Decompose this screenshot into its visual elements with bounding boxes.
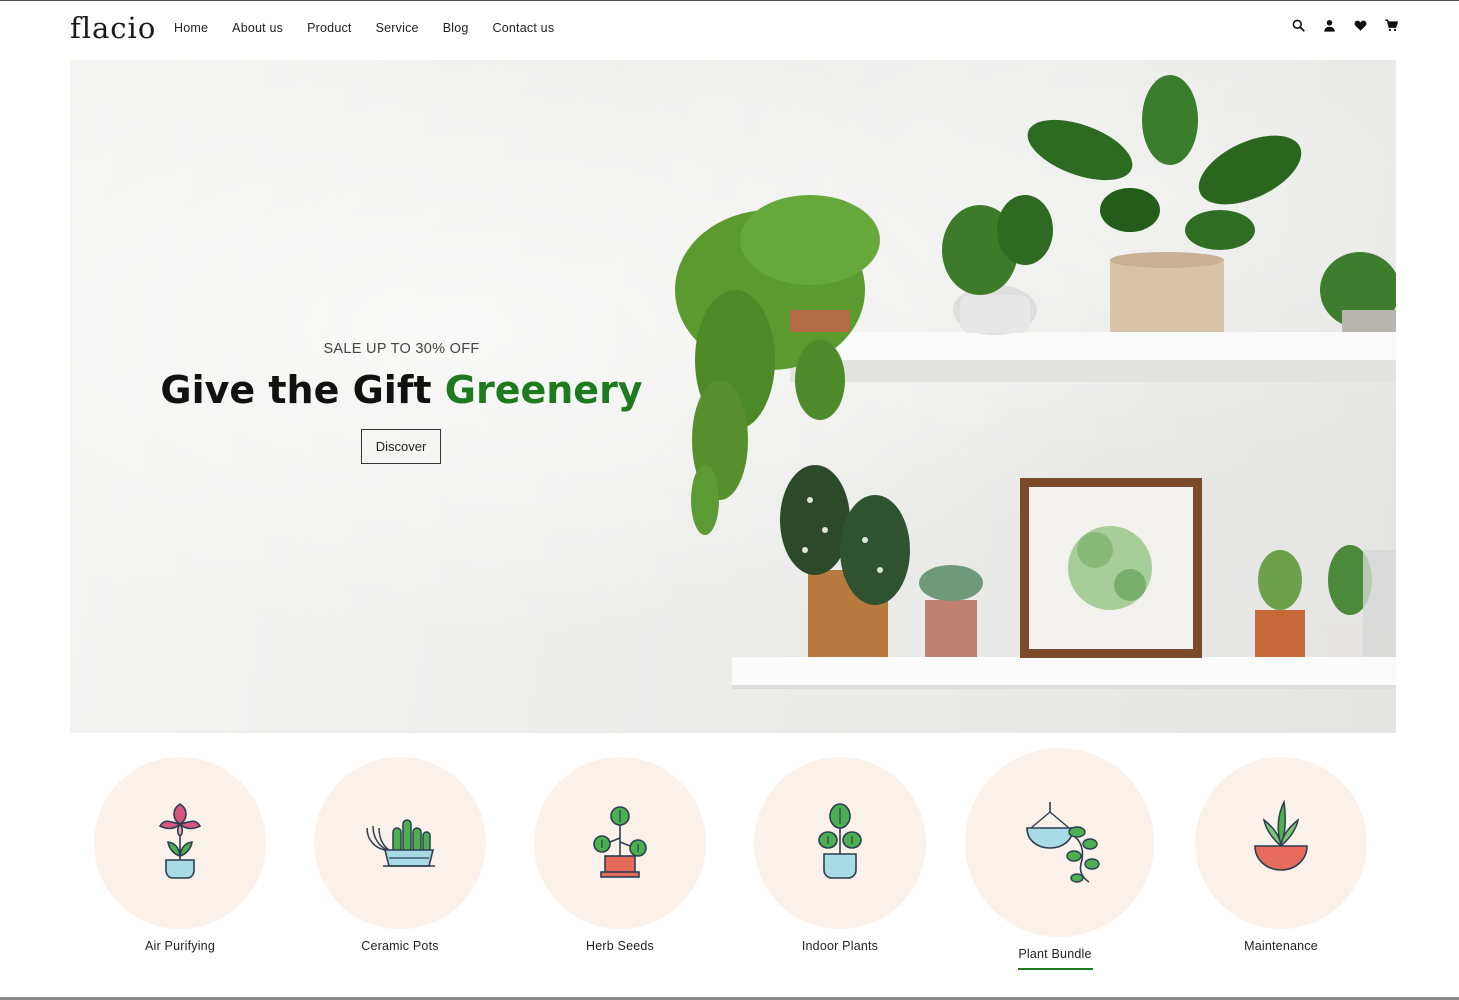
- nav-blog[interactable]: Blog: [443, 21, 469, 35]
- cart-icon[interactable]: [1385, 19, 1398, 32]
- hero-plant-shelves-image: [675, 75, 1396, 689]
- main-nav: Home About us Product Service Blog Conta…: [174, 21, 578, 35]
- category-label[interactable]: Plant Bundle: [965, 947, 1145, 961]
- flower-pot-icon: [158, 803, 202, 879]
- hero-headline: Give the Gift Greenery: [70, 368, 733, 412]
- category-label[interactable]: Air Purifying: [90, 939, 270, 953]
- category-label[interactable]: Maintenance: [1191, 939, 1371, 953]
- heart-icon[interactable]: [1354, 19, 1367, 32]
- active-category-underline: [1017, 968, 1093, 970]
- category-maintenance[interactable]: Maintenance: [1191, 748, 1371, 953]
- discover-button[interactable]: Discover: [361, 429, 441, 464]
- hanging-plant-icon: [1025, 801, 1100, 883]
- category-circle[interactable]: [1195, 757, 1367, 929]
- category-circle[interactable]: [754, 757, 926, 929]
- hero-banner: SALE UP TO 30% OFF Give the Gift Greener…: [70, 60, 1396, 733]
- hero-headline-main: Give the Gift: [160, 368, 445, 412]
- nav-home[interactable]: Home: [174, 21, 208, 35]
- nav-service[interactable]: Service: [376, 21, 419, 35]
- nav-contact-us[interactable]: Contact us: [493, 21, 555, 35]
- cactus-planter-icon: [366, 819, 435, 867]
- category-herb-seeds[interactable]: Herb Seeds: [530, 748, 710, 953]
- category-plant-bundle[interactable]: Plant Bundle: [965, 748, 1154, 970]
- category-circle[interactable]: [534, 757, 706, 929]
- indoor-plant-icon: [818, 803, 862, 879]
- aloe-bowl-icon: [1254, 799, 1308, 871]
- category-circle[interactable]: [94, 757, 266, 929]
- hero-kicker: SALE UP TO 30% OFF: [323, 341, 480, 357]
- nav-product[interactable]: Product: [307, 21, 351, 35]
- sprout-pot-icon: [593, 806, 647, 878]
- hero-headline-accent: Greenery: [444, 368, 643, 412]
- user-icon[interactable]: [1323, 19, 1336, 32]
- header-tools: [1292, 19, 1398, 32]
- category-label[interactable]: Indoor Plants: [750, 939, 930, 953]
- category-circle[interactable]: [965, 748, 1154, 937]
- search-icon[interactable]: [1292, 19, 1305, 32]
- category-row: Air Purifying Ceramic Pots Herb Seeds In…: [70, 748, 1396, 978]
- category-air-purifying[interactable]: Air Purifying: [90, 748, 270, 953]
- category-label[interactable]: Herb Seeds: [530, 939, 710, 953]
- site-header: flacio Home About us Product Service Blo…: [0, 1, 1459, 59]
- category-ceramic-pots[interactable]: Ceramic Pots: [310, 748, 490, 953]
- nav-about-us[interactable]: About us: [232, 21, 283, 35]
- brand-logo[interactable]: flacio: [70, 11, 156, 45]
- category-label[interactable]: Ceramic Pots: [310, 939, 490, 953]
- category-circle[interactable]: [314, 757, 486, 929]
- category-indoor-plants[interactable]: Indoor Plants: [750, 748, 930, 953]
